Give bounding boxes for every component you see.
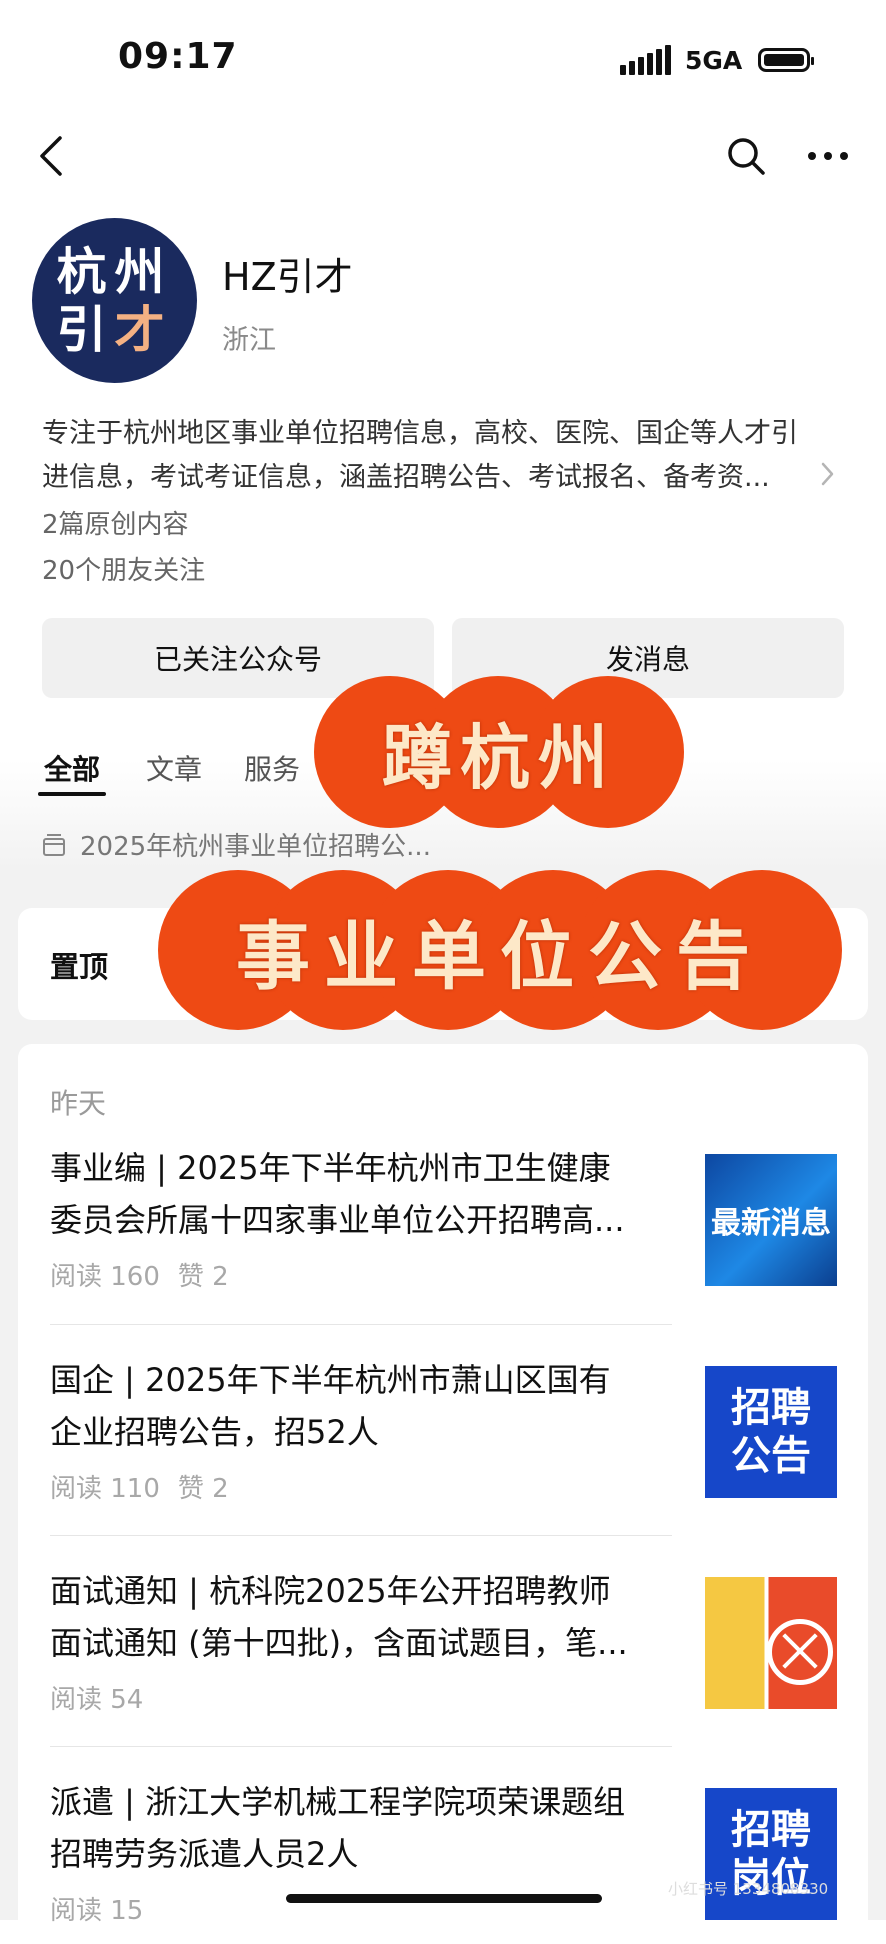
friends-following[interactable]: 20个朋友关注 (42, 550, 205, 587)
article-title: 派遣 | 浙江大学机械工程学院项荣课题组 招聘劳务派遣人员2人 (50, 1783, 626, 1873)
pinned-label: 置顶 (50, 950, 109, 984)
article-title: 事业编 | 2025年下半年杭州市卫生健康 委员会所属十四家事业单位公开招聘高..… (50, 1149, 625, 1239)
article-thumbnail (705, 1577, 837, 1709)
account-region: 浙江 (222, 325, 276, 356)
active-tab-indicator (38, 792, 106, 796)
overlay-banner-subtitle: 事业单位公告 (158, 870, 842, 1030)
account-description[interactable]: 专注于杭州地区事业单位招聘信息，高校、医院、国企等人才引 进信息，考试考证信息，… (42, 412, 842, 500)
official-account-profile-page: 09:17 5GA 杭州 引才 HZ引才 浙江 专注于杭州地区事业单位招聘信息，… (0, 0, 886, 1944)
article-thumbnail: 最新消息 (705, 1154, 837, 1286)
search-button[interactable] (720, 130, 772, 182)
chevron-left-icon (40, 136, 62, 176)
divider (50, 1746, 672, 1747)
article-title: 国企 | 2025年下半年杭州市萧山区国有 企业招聘公告，招52人 (50, 1361, 611, 1451)
overlay-banner-title: 蹲杭州 (314, 676, 684, 828)
tab-services[interactable]: 服务 (244, 748, 300, 788)
read-count: 阅读 110 (50, 1474, 160, 1504)
article-title: 面试通知 | 杭科院2025年公开招聘教师 面试通知 (第十四批)，含面试题目，笔… (50, 1572, 628, 1662)
account-avatar[interactable]: 杭州 引才 (32, 218, 197, 383)
tab-articles[interactable]: 文章 (146, 748, 202, 788)
like-count: 赞 2 (177, 1474, 229, 1504)
network-label: 5GA (685, 45, 743, 75)
overlay-text: 事业单位公告 (236, 913, 764, 1000)
description-line: 进信息，考试考证信息，涵盖招聘公告、考试报名、备考资... (42, 462, 770, 493)
divider (50, 1324, 672, 1325)
article-meta: 阅读 110 赞 2 (50, 1468, 247, 1505)
date-label: 昨天 (50, 1087, 107, 1120)
read-count: 阅读 160 (50, 1262, 160, 1292)
home-indicator[interactable] (286, 1894, 602, 1903)
collection-icon (43, 833, 65, 856)
signal-icon (620, 45, 671, 75)
collection-title: 2025年杭州事业单位招聘公... (80, 832, 431, 862)
avatar-text-line2: 引才 (56, 300, 173, 359)
watermark: 小红书号 1334808330 (668, 1880, 829, 1898)
read-count: 阅读 15 (50, 1896, 144, 1926)
chevron-right-icon (821, 462, 834, 486)
tab-all[interactable]: 全部 (44, 748, 100, 788)
status-time: 09:17 (118, 36, 238, 77)
article-meta: 阅读 160 赞 2 (50, 1256, 247, 1293)
original-count[interactable]: 2篇原创内容 (42, 504, 189, 541)
search-icon (728, 138, 765, 175)
divider (50, 1535, 672, 1536)
article-thumbnail: 招聘 岗位 (705, 1788, 837, 1920)
overlay-text: 蹲杭州 (382, 716, 616, 799)
back-button[interactable] (26, 128, 76, 184)
more-icon (808, 152, 848, 160)
like-count: 赞 2 (177, 1262, 229, 1292)
avatar-text-line1: 杭州 (56, 242, 173, 301)
article-thumbnail: 招聘 公告 (705, 1366, 837, 1498)
article-meta: 阅读 54 (50, 1679, 161, 1716)
read-count: 阅读 54 (50, 1685, 144, 1715)
collection-link[interactable]: 2025年杭州事业单位招聘公... (42, 826, 431, 863)
account-name: HZ引才 (222, 255, 353, 299)
more-button[interactable] (800, 136, 856, 176)
description-line: 专注于杭州地区事业单位招聘信息，高校、医院、国企等人才引 (42, 418, 798, 449)
status-indicators: 5GA (620, 42, 815, 78)
article-meta: 阅读 15 (50, 1890, 161, 1927)
battery-icon (758, 48, 815, 72)
